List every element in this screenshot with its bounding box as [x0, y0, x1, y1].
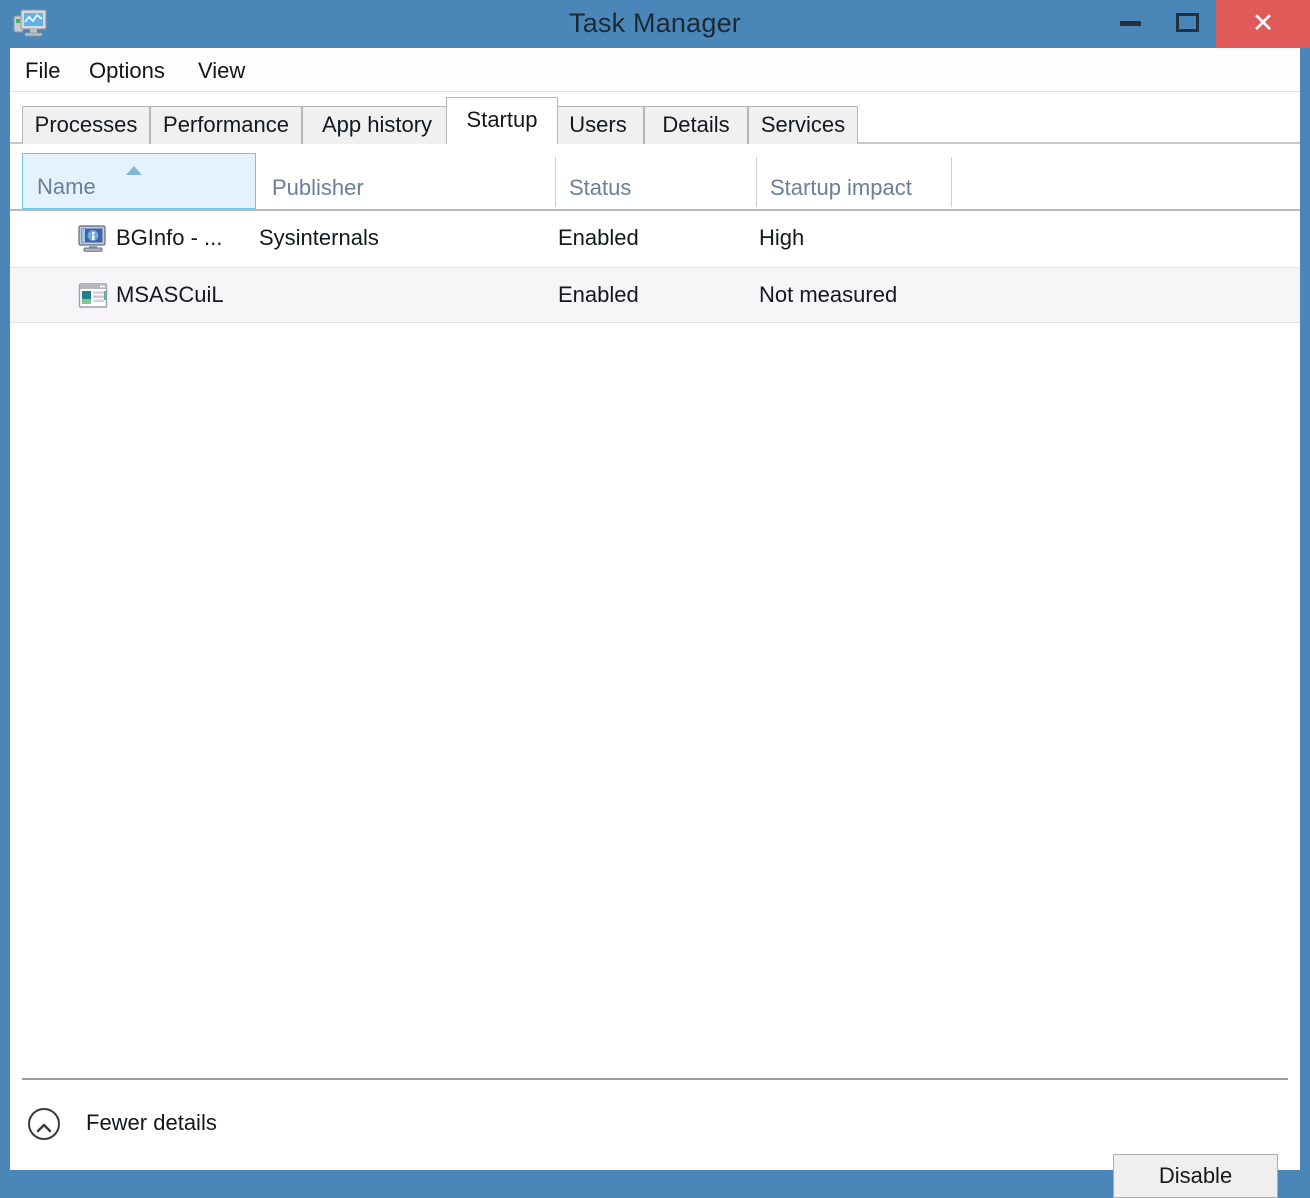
fewer-details-label: Fewer details	[86, 1110, 217, 1135]
close-button[interactable]: ✕	[1216, 0, 1310, 48]
column-header-status-label: Status	[569, 175, 632, 200]
sort-ascending-icon	[126, 166, 142, 175]
row-startup-impact: High	[759, 225, 805, 250]
tab-details[interactable]: Details	[644, 106, 748, 144]
chevron-up-icon	[36, 1120, 52, 1133]
row-status: Enabled	[558, 225, 639, 250]
menu-bar: File Options View	[10, 48, 1300, 92]
client-area: File Options View Processes Performance …	[10, 48, 1300, 1198]
disable-button[interactable]: Disable	[1113, 1154, 1278, 1198]
close-icon: ✕	[1251, 8, 1275, 38]
msascuil-window-icon	[78, 282, 108, 310]
column-header-name[interactable]: Name	[22, 153, 256, 209]
menu-item-file[interactable]: File	[25, 58, 60, 84]
table-row[interactable]: MSASCuiL Enabled Not measured	[10, 267, 1300, 323]
maximize-icon	[1176, 13, 1199, 32]
row-publisher	[259, 268, 549, 324]
tab-startup[interactable]: Startup	[446, 97, 558, 144]
row-publisher: Sysinternals	[259, 225, 379, 250]
tab-services[interactable]: Services	[748, 106, 858, 144]
column-header-publisher-label: Publisher	[272, 175, 364, 200]
row-status: Enabled	[558, 282, 639, 307]
tab-users[interactable]: Users	[552, 106, 644, 144]
bginfo-monitor-icon	[78, 225, 108, 253]
column-header-startup-impact[interactable]: Startup impact	[756, 153, 952, 209]
menu-item-options[interactable]: Options	[89, 58, 165, 84]
title-bar: Task Manager ✕	[0, 0, 1310, 48]
tab-app-history[interactable]: App history	[302, 106, 452, 144]
minimize-icon	[1120, 21, 1141, 26]
startup-list: BGInfo - ... Sysinternals Enabled High M…	[10, 211, 1300, 1078]
table-row[interactable]: BGInfo - ... Sysinternals Enabled High	[10, 211, 1300, 267]
column-header-filler[interactable]	[951, 153, 1300, 209]
menu-item-view[interactable]: View	[198, 58, 245, 84]
maximize-button[interactable]	[1160, 0, 1216, 48]
row-startup-impact: Not measured	[759, 282, 898, 307]
tab-performance[interactable]: Performance	[150, 106, 302, 144]
column-header-name-label: Name	[37, 174, 96, 199]
footer-bar: Fewer details Disable	[10, 1080, 1300, 1198]
task-manager-window: Task Manager ✕ File Options View Process…	[0, 0, 1310, 1198]
column-header-publisher[interactable]: Publisher	[258, 153, 548, 209]
tab-processes[interactable]: Processes	[22, 106, 150, 144]
minimize-button[interactable]	[1104, 0, 1160, 48]
tab-strip: Processes Performance App history Startu…	[10, 92, 1300, 144]
row-name: MSASCuiL	[116, 282, 224, 307]
column-header-startup-impact-label: Startup impact	[770, 175, 912, 200]
column-headers: Name Publisher Status Startup impact	[10, 153, 1300, 211]
row-name: BGInfo - ...	[116, 225, 223, 250]
column-header-status[interactable]: Status	[555, 153, 758, 209]
